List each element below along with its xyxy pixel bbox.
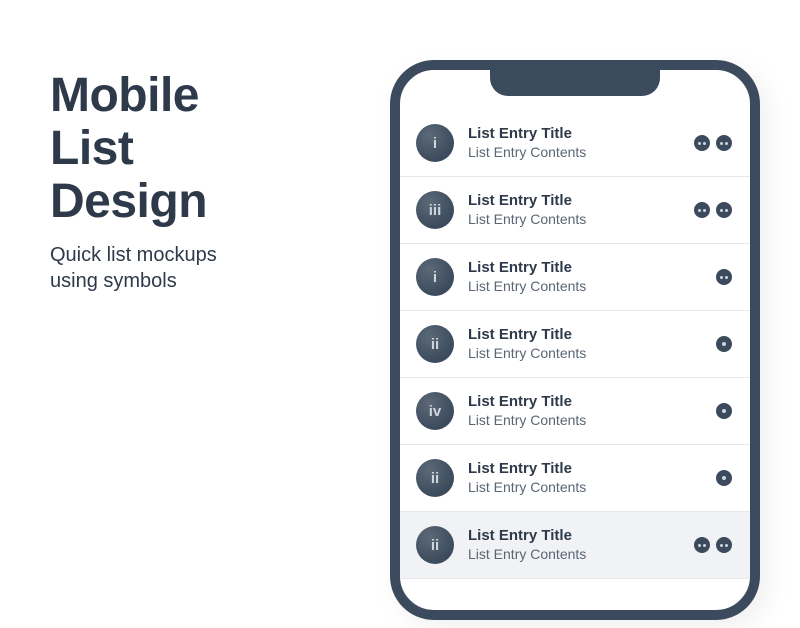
list-item-subtitle: List Entry Contents <box>468 345 702 363</box>
title-line-3: Design <box>50 175 207 228</box>
roman-badge-icon: ii <box>416 526 454 564</box>
action-dot-icon[interactable] <box>716 336 732 352</box>
page-title: Mobile List Design <box>50 70 330 228</box>
action-dots-icon[interactable] <box>694 537 710 553</box>
list-item-actions <box>716 269 732 285</box>
page-subtitle: Quick list mockups using symbols <box>50 242 330 294</box>
roman-badge-icon: iii <box>416 191 454 229</box>
list-item-text: List Entry TitleList Entry Contents <box>468 460 702 496</box>
list-item[interactable]: i List Entry TitleList Entry Contents <box>400 244 750 311</box>
list-item-text: List Entry TitleList Entry Contents <box>468 326 702 362</box>
title-line-2: List <box>50 122 133 175</box>
list-item-subtitle: List Entry Contents <box>468 144 680 162</box>
list-item[interactable]: ii List Entry TitleList Entry Contents <box>400 445 750 512</box>
list-item[interactable]: iii List Entry TitleList Entry Contents <box>400 177 750 244</box>
list-item-text: List Entry TitleList Entry Contents <box>468 259 702 295</box>
hero-text: Mobile List Design Quick list mockups us… <box>50 60 330 600</box>
action-dots-icon[interactable] <box>716 269 732 285</box>
list-item-title: List Entry Title <box>468 393 702 412</box>
list-item-subtitle: List Entry Contents <box>468 479 702 497</box>
list-item-actions <box>694 135 732 151</box>
action-dots-icon[interactable] <box>694 135 710 151</box>
list-item-title: List Entry Title <box>468 326 702 345</box>
list-item-title: List Entry Title <box>468 192 680 211</box>
phone-notch <box>490 66 660 96</box>
list-item-actions <box>694 537 732 553</box>
list-item[interactable]: i List Entry TitleList Entry Contents <box>400 110 750 177</box>
list-item-text: List Entry TitleList Entry Contents <box>468 125 680 161</box>
list-item[interactable]: iv List Entry TitleList Entry Contents <box>400 378 750 445</box>
list-item-actions <box>716 403 732 419</box>
list-item-actions <box>716 336 732 352</box>
list-item-text: List Entry TitleList Entry Contents <box>468 192 680 228</box>
device-mockup: iList Entry TitleList Entry ContentsiiiL… <box>390 60 760 600</box>
list-item-actions <box>716 470 732 486</box>
action-dots-icon[interactable] <box>694 202 710 218</box>
list-item-title: List Entry Title <box>468 125 680 144</box>
list-item-subtitle: List Entry Contents <box>468 278 702 296</box>
list-item-text: List Entry TitleList Entry Contents <box>468 527 680 563</box>
list-item[interactable]: ii List Entry TitleList Entry Contents <box>400 311 750 378</box>
title-line-1: Mobile <box>50 69 199 122</box>
phone-frame: iList Entry TitleList Entry ContentsiiiL… <box>390 60 760 620</box>
subtitle-line-2: using symbols <box>50 270 177 292</box>
list-view: iList Entry TitleList Entry ContentsiiiL… <box>400 110 750 610</box>
roman-badge-icon: i <box>416 258 454 296</box>
list-item-title: List Entry Title <box>468 259 702 278</box>
list-item-subtitle: List Entry Contents <box>468 211 680 229</box>
action-dot-icon[interactable] <box>716 470 732 486</box>
action-dots-icon[interactable] <box>716 202 732 218</box>
roman-badge-icon: i <box>416 124 454 162</box>
roman-badge-icon: ii <box>416 325 454 363</box>
action-dots-icon[interactable] <box>716 135 732 151</box>
roman-badge-icon: ii <box>416 459 454 497</box>
action-dots-icon[interactable] <box>716 537 732 553</box>
list-item-text: List Entry TitleList Entry Contents <box>468 393 702 429</box>
list-item[interactable]: ii List Entry TitleList Entry Contents <box>400 512 750 579</box>
list-item-actions <box>694 202 732 218</box>
list-item-subtitle: List Entry Contents <box>468 546 680 564</box>
list-item-title: List Entry Title <box>468 527 680 546</box>
subtitle-line-1: Quick list mockups <box>50 244 217 266</box>
roman-badge-icon: iv <box>416 392 454 430</box>
list-item-subtitle: List Entry Contents <box>468 412 702 430</box>
action-dot-icon[interactable] <box>716 403 732 419</box>
list-item-title: List Entry Title <box>468 460 702 479</box>
